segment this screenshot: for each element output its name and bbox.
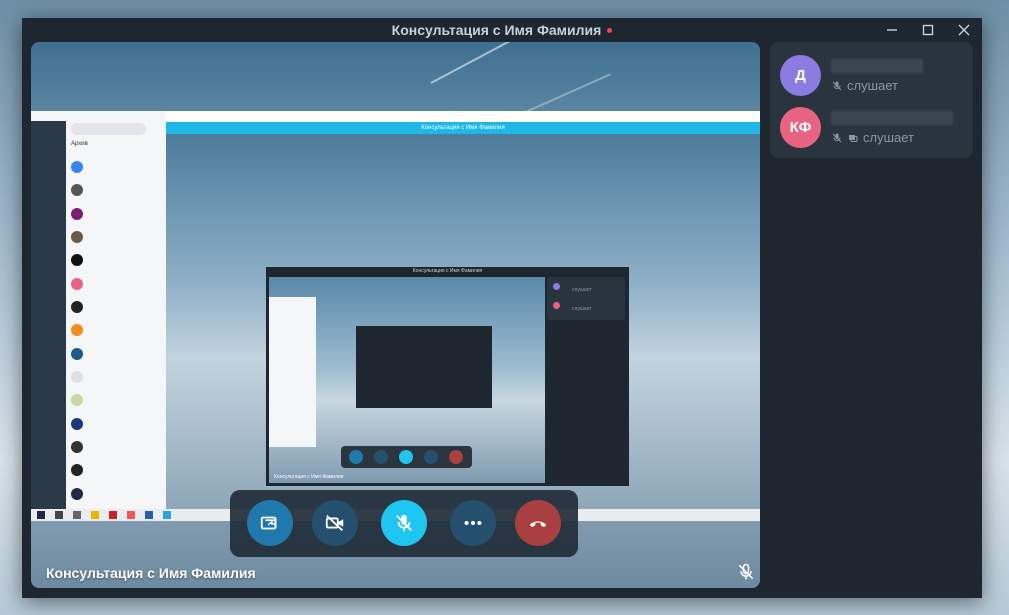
minimize-button[interactable]: [874, 18, 910, 42]
recording-dot: [607, 27, 613, 33]
chat-avatar: [71, 488, 83, 500]
nested-more-button: [424, 450, 438, 464]
chat-avatar: [71, 324, 83, 336]
close-button[interactable]: [946, 18, 982, 42]
participants-panel: Д слушает КФ слушает: [770, 42, 973, 158]
chat-avatar: [71, 208, 83, 220]
avatar: КФ: [780, 107, 821, 148]
close-icon: [958, 24, 970, 36]
chat-avatar: [71, 371, 83, 383]
captured-nav-rail: [31, 121, 66, 509]
title-bar: Консультация с Имя Фамилия: [22, 18, 982, 42]
nested-mic-button: [399, 450, 413, 464]
telegram-icon: [163, 511, 171, 519]
app-icon: [127, 511, 135, 519]
hangup-icon: [529, 521, 547, 528]
video-caption: Консультация с Имя Фамилия: [46, 565, 256, 581]
captured-list-header: Архив: [71, 141, 88, 147]
call-window: Консультация с Имя Фамилия Архив Консуль…: [22, 18, 982, 598]
maximize-icon: [922, 24, 934, 36]
app-icon: [145, 511, 153, 519]
contrail: [430, 42, 573, 84]
captured-call-bar: Консультация с Имя Фамилия: [166, 122, 760, 134]
nested-status: слушает: [572, 306, 592, 312]
screen-share-icon: [849, 134, 858, 142]
nested-camera-button: [374, 450, 388, 464]
mic-off-icon: [832, 133, 842, 142]
share-screen-button[interactable]: [247, 500, 293, 546]
captured-search: [71, 123, 146, 135]
nested-status: слушает: [572, 287, 592, 293]
windows-start-icon: [37, 511, 45, 519]
nested-avatar: [553, 283, 560, 290]
nested-title: Консультация с Имя Фамилия: [412, 268, 483, 274]
chat-avatar: [71, 231, 83, 243]
chat-avatar: [71, 464, 83, 476]
maximize-button[interactable]: [910, 18, 946, 42]
captured-desktop: Архив Консультация с Имя Фамилия Консуль…: [31, 111, 760, 521]
folder-icon: [91, 511, 99, 519]
chat-avatar: [71, 441, 83, 453]
nested-hangup-button: [449, 450, 463, 464]
nested-controls: [341, 446, 472, 468]
participant-name-redacted: [831, 111, 953, 125]
nested-inner-window: [356, 326, 492, 408]
captured-chat-list: Архив: [31, 111, 166, 509]
hang-up-button[interactable]: [515, 500, 561, 546]
status-text: слушает: [863, 130, 914, 145]
avatar: Д: [780, 55, 821, 96]
mic-off-icon: [396, 514, 412, 532]
more-options-button[interactable]: [450, 500, 496, 546]
share-screen-icon: [260, 516, 277, 530]
task-view-icon: [73, 511, 81, 519]
nested-call-window: Консультация с Имя Фамилия слушает слуша…: [266, 267, 629, 486]
participant-item[interactable]: Д слушает: [780, 55, 970, 99]
chat-avatar: [71, 254, 83, 266]
nested-caption: Консультация с Имя Фамилия: [274, 474, 344, 480]
nested-participants: слушает слушает: [547, 277, 625, 320]
participant-status: слушает: [831, 78, 898, 93]
chat-avatar: [71, 161, 83, 173]
chat-avatar: [71, 418, 83, 430]
mic-muted-icon: [738, 563, 754, 580]
camera-toggle-button[interactable]: [312, 500, 358, 546]
participant-status: слушает: [831, 130, 914, 145]
chat-avatar: [71, 278, 83, 290]
camera-off-icon: [325, 514, 344, 532]
yandex-icon: [109, 511, 117, 519]
chat-avatar: [71, 394, 83, 406]
participant-name-redacted: [831, 59, 923, 73]
participant-item[interactable]: КФ слушает: [780, 107, 970, 151]
minimize-icon: [887, 29, 897, 31]
call-controls: [230, 490, 578, 557]
nested-chat-list: [269, 297, 316, 447]
chat-avatar: [71, 301, 83, 313]
more-icon: [464, 520, 482, 526]
window-title: Консультация с Имя Фамилия: [391, 22, 602, 38]
status-text: слушает: [847, 78, 898, 93]
microphone-toggle-button[interactable]: [381, 500, 427, 546]
chat-avatar: [71, 348, 83, 360]
window-controls: [874, 18, 982, 42]
shared-screen-video[interactable]: Архив Консультация с Имя Фамилия Консуль…: [31, 42, 760, 588]
nested-share-button: [349, 450, 363, 464]
mic-off-icon: [832, 81, 842, 90]
chat-avatar: [71, 184, 83, 196]
search-icon: [55, 511, 63, 519]
nested-avatar: [553, 302, 560, 309]
